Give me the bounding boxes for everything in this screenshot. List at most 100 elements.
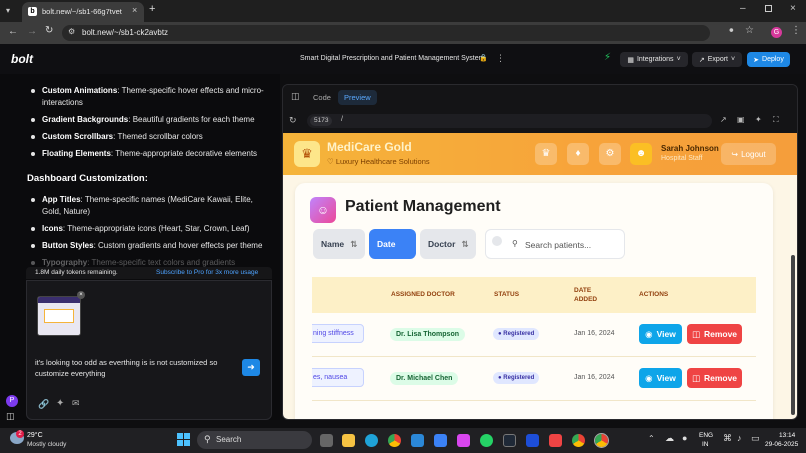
fullscreen-icon[interactable]: ⛶ bbox=[773, 115, 779, 125]
terminal-icon[interactable] bbox=[503, 434, 516, 447]
remove-button[interactable]: ◫ Remove bbox=[687, 368, 742, 388]
remove-attachment-icon[interactable]: × bbox=[77, 291, 85, 299]
language-en[interactable]: ENG bbox=[699, 432, 713, 439]
sparkle-icon[interactable]: ✦ bbox=[56, 398, 64, 409]
crown-button[interactable]: ♛ bbox=[535, 143, 557, 165]
search-icon: ⚲ bbox=[204, 434, 211, 444]
chat-input-box[interactable]: × it's looking too odd as everthing is i… bbox=[26, 280, 272, 420]
send-button[interactable]: ➜ bbox=[242, 359, 260, 376]
deploy-button[interactable]: ➤ Deploy bbox=[747, 52, 790, 67]
users-icon: ☺ bbox=[310, 197, 336, 223]
new-tab-icon[interactable]: + bbox=[149, 3, 155, 15]
project-title[interactable]: Smart Digital Prescription and Patient M… bbox=[300, 55, 484, 62]
back-icon[interactable]: ← bbox=[8, 26, 18, 37]
chat-message-text[interactable]: it's looking too odd as everthing is is … bbox=[35, 357, 235, 379]
preview-address[interactable]: 5173 / bbox=[307, 114, 712, 128]
sort-arrows-icon: ⇅ bbox=[350, 238, 358, 249]
address-bar[interactable]: ⚙ bolt.new/~/sb1-ck2avbtz bbox=[62, 25, 710, 41]
wifi-icon[interactable]: ⌘ bbox=[723, 433, 732, 444]
remove-button[interactable]: ◫ Remove bbox=[687, 324, 742, 344]
taskbar-search[interactable]: ⚲ Search bbox=[197, 431, 312, 449]
thumbnail-header bbox=[38, 297, 80, 303]
app-icon-red[interactable] bbox=[457, 434, 470, 447]
scrollbar[interactable] bbox=[791, 255, 795, 415]
item-title: Typography bbox=[42, 257, 88, 267]
refresh-icon[interactable]: ↻ bbox=[289, 115, 297, 126]
whatsapp-icon[interactable] bbox=[480, 434, 493, 447]
panel-toggle-icon[interactable]: ◫ bbox=[291, 91, 300, 102]
attachment-thumbnail[interactable] bbox=[37, 296, 81, 336]
view-button[interactable]: ◉ View bbox=[639, 324, 682, 344]
sort-doctor-button[interactable]: Doctor ⇅ bbox=[420, 229, 476, 259]
view-label: View bbox=[656, 373, 676, 383]
chrome-profile-icon[interactable] bbox=[572, 434, 585, 447]
clock-time[interactable]: 13:14 bbox=[779, 432, 795, 439]
open-external-icon[interactable]: ↗ bbox=[720, 115, 727, 124]
user-avatar[interactable]: P bbox=[6, 395, 18, 407]
vscode-icon[interactable] bbox=[411, 434, 424, 447]
search-input[interactable]: ⚲ Search patients... bbox=[485, 229, 625, 259]
patient-table: ASSIGNED DOCTOR STATUS DATE ADDED ACTION… bbox=[312, 277, 756, 419]
tab-close-icon[interactable]: × bbox=[132, 5, 137, 15]
start-windows-icon[interactable] bbox=[177, 433, 190, 446]
close-window-icon[interactable]: × bbox=[790, 3, 796, 14]
mic-icon[interactable]: ● bbox=[682, 433, 687, 443]
forward-icon[interactable]: → bbox=[27, 26, 37, 37]
profile-avatar[interactable]: G bbox=[771, 27, 782, 38]
edge-icon[interactable] bbox=[365, 434, 378, 447]
clock-date[interactable]: 29-06-2025 bbox=[765, 441, 798, 448]
tab-list-chevron-icon[interactable]: ▾ bbox=[6, 6, 10, 15]
tab-preview[interactable]: Preview bbox=[338, 90, 377, 105]
sort-name-button[interactable]: Name ⇅ bbox=[313, 229, 365, 259]
export-label: Export bbox=[707, 56, 728, 63]
item-title: Button Styles bbox=[42, 240, 94, 250]
integrations-button[interactable]: ▦ Integrations ˅ bbox=[620, 52, 688, 67]
preview-urlbar: ↻ 5173 / ↗ ▣ ✦ ⛶ bbox=[283, 109, 797, 133]
app-icon-cloud[interactable] bbox=[434, 434, 447, 447]
key-icon[interactable]: ⚫ bbox=[728, 26, 735, 35]
list-item: Icons: Theme-appropriate icons (Heart, S… bbox=[28, 223, 270, 235]
app-icon-blue[interactable] bbox=[526, 434, 539, 447]
list-item: Custom Scrollbars: Themed scrollbar colo… bbox=[28, 131, 268, 143]
subscribe-link[interactable]: Subscribe to Pro for 3x more usage bbox=[156, 269, 258, 276]
app-icon-orange[interactable] bbox=[549, 434, 562, 447]
bookmark-star-icon[interactable]: ☆ bbox=[745, 25, 754, 36]
minimize-icon[interactable]: – bbox=[740, 3, 746, 14]
chrome-active-icon[interactable] bbox=[594, 433, 609, 448]
export-button[interactable]: ↗ Export ˅ bbox=[692, 52, 742, 67]
eye-icon: ◉ bbox=[645, 372, 653, 383]
battery-icon[interactable]: ▭ bbox=[751, 433, 760, 444]
task-view-icon[interactable] bbox=[320, 434, 333, 447]
link-icon[interactable]: 🔗 bbox=[38, 399, 49, 410]
inspect-icon[interactable]: ✦ bbox=[755, 115, 762, 124]
symptom-text: ning stiffness bbox=[313, 330, 354, 337]
device-icon[interactable]: ▣ bbox=[737, 115, 745, 124]
volume-icon[interactable]: ♪ bbox=[737, 433, 742, 443]
chat-icon[interactable]: ✉ bbox=[72, 398, 80, 409]
bell-icon[interactable]: ♦ bbox=[567, 143, 589, 165]
logout-button[interactable]: ↪ Logout bbox=[721, 143, 776, 165]
view-button[interactable]: ◉ View bbox=[639, 368, 682, 388]
sidebar-toggle-icon[interactable]: ◫ bbox=[6, 411, 15, 422]
doctor-badge: Dr. Michael Chen bbox=[390, 372, 459, 385]
sort-name-label: Name bbox=[321, 239, 345, 249]
search-icon: ⚲ bbox=[512, 239, 518, 248]
browser-tab[interactable]: b bolt.new/~/sb1-66g7tvet × bbox=[22, 2, 144, 22]
settings-gear-icon[interactable]: ⚙ bbox=[599, 143, 621, 165]
menu-dots-icon[interactable]: ⋮ bbox=[791, 25, 801, 36]
tray-chevron-icon[interactable]: ⌃ bbox=[648, 434, 655, 443]
integrations-label: Integrations bbox=[636, 56, 674, 63]
sort-date-button[interactable]: Date bbox=[369, 229, 416, 259]
more-options-icon[interactable]: ⋮ bbox=[496, 53, 505, 64]
reload-icon[interactable]: ↻ bbox=[45, 25, 53, 36]
cloud-icon[interactable]: ☁ bbox=[665, 433, 674, 444]
site-info-icon[interactable]: ⚙ bbox=[68, 27, 75, 36]
file-explorer-icon[interactable] bbox=[342, 434, 355, 447]
patient-management-card: ☺ Patient Management Name ⇅ Date Doctor ⇅ … bbox=[295, 183, 773, 419]
tab-code[interactable]: Code bbox=[313, 93, 331, 102]
chrome-icon[interactable] bbox=[388, 434, 401, 447]
item-title: Floating Elements bbox=[42, 148, 111, 158]
bolt-logo[interactable]: bolt bbox=[11, 52, 33, 66]
preview-toolbar: ◫ Code Preview bbox=[283, 85, 797, 109]
maximize-icon[interactable] bbox=[765, 5, 772, 12]
